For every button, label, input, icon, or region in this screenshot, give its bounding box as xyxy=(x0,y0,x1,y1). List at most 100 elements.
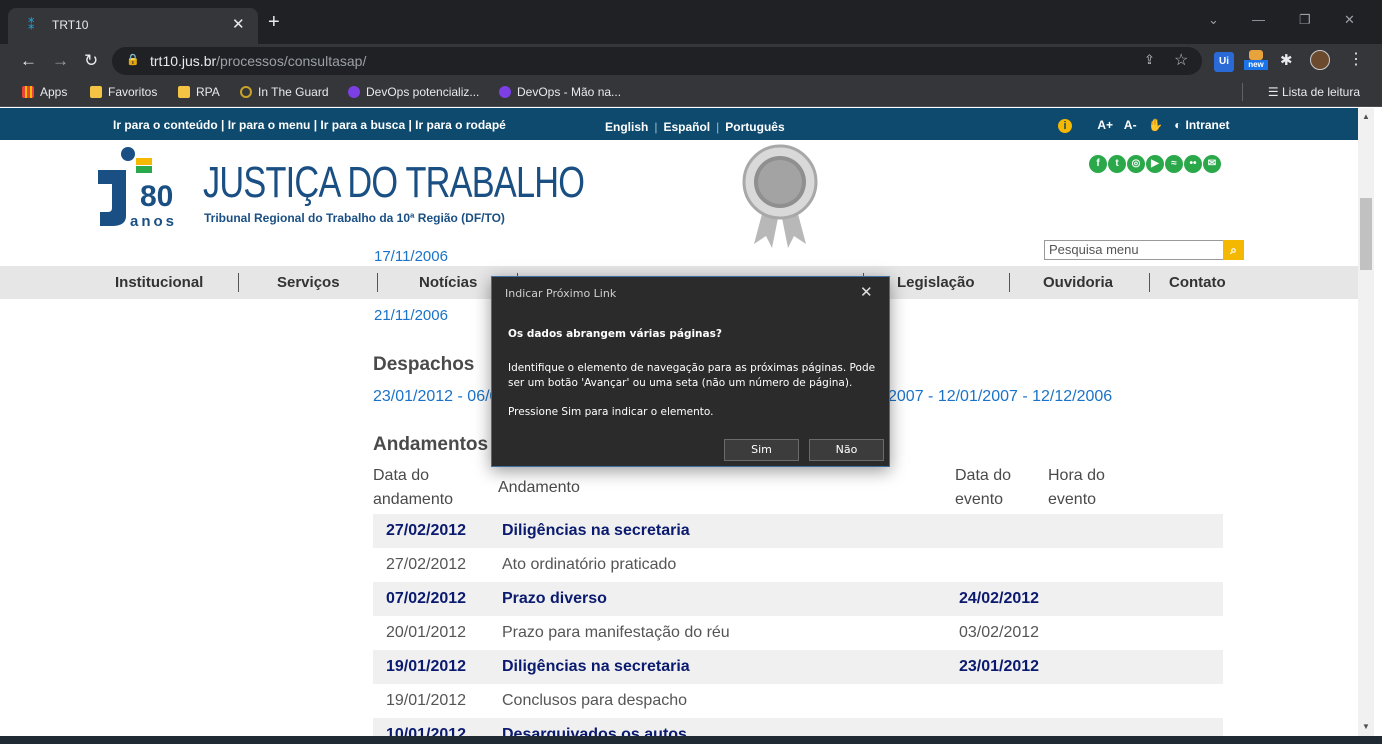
table-row: 20/01/2012 Prazo para manifestação do ré… xyxy=(373,616,1223,650)
row-date: 19/01/2012 xyxy=(386,692,467,709)
table-row: 27/02/2012 Diligências na secretaria xyxy=(373,514,1223,548)
restore-icon[interactable]: ❐ xyxy=(1299,12,1311,28)
row-date: 10/01/2012 xyxy=(386,726,467,736)
minimize-icon[interactable]: — xyxy=(1252,12,1265,27)
row-date: 20/01/2012 xyxy=(386,624,467,641)
instagram-icon[interactable]: ◎ xyxy=(1127,155,1145,173)
header-data-andamento: Data do andamento xyxy=(373,467,454,508)
apps-grid-icon xyxy=(22,86,34,98)
date-link-top[interactable]: 17/11/2006 xyxy=(374,248,448,265)
close-tab-icon[interactable]: ✕ xyxy=(232,15,245,33)
lang-espanol[interactable]: Español xyxy=(663,120,710,134)
no-button[interactable]: Não xyxy=(809,439,884,461)
url-path: /processos/consultasap/ xyxy=(216,53,367,69)
browser-toolbar: ← → ↻ 🔒 trt10.jus.br/processos/consultas… xyxy=(0,44,1382,79)
header-andamento: Andamento xyxy=(498,479,580,496)
close-window-icon[interactable]: ✕ xyxy=(1344,12,1355,28)
justica-80-anos-logo[interactable]: 80 anos xyxy=(96,146,188,228)
facebook-icon[interactable]: f xyxy=(1089,155,1107,173)
table-row: 27/02/2012 Ato ordinatório praticado xyxy=(373,548,1223,582)
intranet-link[interactable]: Intranet xyxy=(1185,118,1229,132)
url-host: trt10.jus.br xyxy=(150,53,217,69)
new-tab-icon[interactable]: + xyxy=(268,12,280,32)
table-row: 19/01/2012 Diligências na secretaria 23/… xyxy=(373,650,1223,684)
date-link-second[interactable]: 21/11/2006 xyxy=(374,307,448,324)
social-links: f t ◎ ▶ ≈ •• ✉ xyxy=(1089,153,1222,173)
font-increase[interactable]: A+ xyxy=(1097,118,1113,132)
dialog-instruction: Pressione Sim para indicar o elemento. xyxy=(508,406,714,418)
youtube-icon[interactable]: ▶ xyxy=(1146,155,1164,173)
despachos-title: Despachos xyxy=(373,354,475,375)
lang-portugues[interactable]: Português xyxy=(725,120,784,134)
dialog-description: Identifique o elemento de navegação para… xyxy=(508,362,876,389)
bookmark-rpa[interactable]: RPA xyxy=(178,85,220,99)
brand-subtitle: Tribunal Regional do Trabalho da 10ª Reg… xyxy=(204,211,505,225)
menu-institucional[interactable]: Institucional xyxy=(115,274,203,291)
bookmark-favoritos[interactable]: Favoritos xyxy=(90,85,157,99)
tab-title: TRT10 xyxy=(52,18,89,32)
despachos-dates-left[interactable]: 23/01/2012 - 06/0 xyxy=(373,388,498,405)
menu-legislacao[interactable]: Legislação xyxy=(897,274,975,291)
row-event-date: 03/02/2012 xyxy=(959,624,1040,641)
bookmark-apps[interactable]: Apps xyxy=(22,85,67,99)
profile-avatar[interactable] xyxy=(1310,50,1330,70)
email-icon[interactable]: ✉ xyxy=(1203,155,1221,173)
scroll-down-icon[interactable]: ▼ xyxy=(1362,722,1370,731)
bookmark-devops-2[interactable]: DevOps - Mão na... xyxy=(499,85,621,99)
menu-noticias[interactable]: Notícias xyxy=(419,274,477,291)
bookmark-in-the-guard[interactable]: In The Guard xyxy=(240,85,329,99)
new-badge: new xyxy=(1244,60,1268,70)
browser-menu-icon[interactable]: ⋮ xyxy=(1348,50,1364,70)
contrast-icon[interactable]: ◐ xyxy=(1174,118,1181,132)
back-icon[interactable]: ← xyxy=(20,51,37,71)
menu-contato[interactable]: Contato xyxy=(1169,274,1226,291)
row-andamento: Conclusos para despacho xyxy=(502,692,688,709)
search-menu-input[interactable]: Pesquisa menu xyxy=(1044,240,1224,260)
scroll-up-icon[interactable]: ▲ xyxy=(1362,112,1370,121)
forward-icon[interactable]: → xyxy=(52,51,69,71)
despachos-dates-right[interactable]: 2007 - 12/01/2007 - 12/12/2006 xyxy=(888,388,1112,405)
guard-circle-icon xyxy=(240,86,252,98)
row-date: 19/01/2012 xyxy=(386,658,467,675)
folder-icon xyxy=(90,86,102,98)
accessibility-hand-icon[interactable]: ✋ xyxy=(1148,118,1163,132)
reading-list-icon: ☰ xyxy=(1267,85,1282,99)
search-icon[interactable]: ⌕ xyxy=(1223,240,1244,260)
row-date: 27/02/2012 xyxy=(386,556,467,573)
row-andamento: Prazo diverso xyxy=(502,590,607,607)
devops-logo-icon xyxy=(499,86,511,98)
extensions-puzzle-icon[interactable]: ✱ xyxy=(1280,51,1293,71)
address-bar[interactable]: 🔒 trt10.jus.br/processos/consultasap/ ⇪ … xyxy=(112,47,1202,75)
close-icon[interactable]: ✕ xyxy=(860,283,873,301)
page-scrollbar[interactable]: ▲ ▼ xyxy=(1358,108,1374,736)
logo-number: 80 xyxy=(140,180,173,213)
brand-title: JUSTIÇA DO TRABALHO xyxy=(203,158,585,207)
reading-list[interactable]: ☰ Lista de leitura xyxy=(1241,83,1360,101)
bookmarks-bar: Apps Favoritos RPA In The Guard DevOps p… xyxy=(0,79,1382,107)
menu-ouvidoria[interactable]: Ouvidoria xyxy=(1043,274,1113,291)
rss-icon[interactable]: ≈ xyxy=(1165,155,1183,173)
twitter-icon[interactable]: t xyxy=(1108,155,1126,173)
header-data-evento: Data do evento xyxy=(955,467,1012,508)
lock-icon[interactable]: 🔒 xyxy=(126,53,140,66)
row-andamento: Desarquivados os autos xyxy=(502,726,687,736)
info-icon[interactable]: i xyxy=(1058,119,1072,133)
bookmark-devops-1[interactable]: DevOps potencializ... xyxy=(348,85,479,99)
uipath-extension-icon[interactable]: Ui xyxy=(1214,52,1234,72)
skip-links[interactable]: Ir para o conteúdo | Ir para o menu | Ir… xyxy=(113,118,506,132)
scrollbar-thumb[interactable] xyxy=(1360,198,1372,270)
row-event-date: 23/01/2012 xyxy=(959,658,1040,675)
tab-search-icon[interactable]: ⌄ xyxy=(1208,12,1219,28)
menu-servicos[interactable]: Serviços xyxy=(277,274,340,291)
reload-icon[interactable]: ↻ xyxy=(84,51,98,71)
bookmark-star-icon[interactable]: ☆ xyxy=(1174,50,1188,70)
lang-english[interactable]: English xyxy=(605,120,648,134)
browser-tab[interactable]: ⁑ TRT10 ✕ xyxy=(8,8,258,44)
share-icon[interactable]: ⇪ xyxy=(1144,52,1155,68)
font-decrease[interactable]: A- xyxy=(1124,118,1137,132)
new-extension-icon[interactable]: new xyxy=(1244,50,1268,70)
devops-logo-icon xyxy=(348,86,360,98)
yes-button[interactable]: Sim xyxy=(724,439,799,461)
flickr-icon[interactable]: •• xyxy=(1184,155,1202,173)
row-event-date: 24/02/2012 xyxy=(959,590,1040,607)
